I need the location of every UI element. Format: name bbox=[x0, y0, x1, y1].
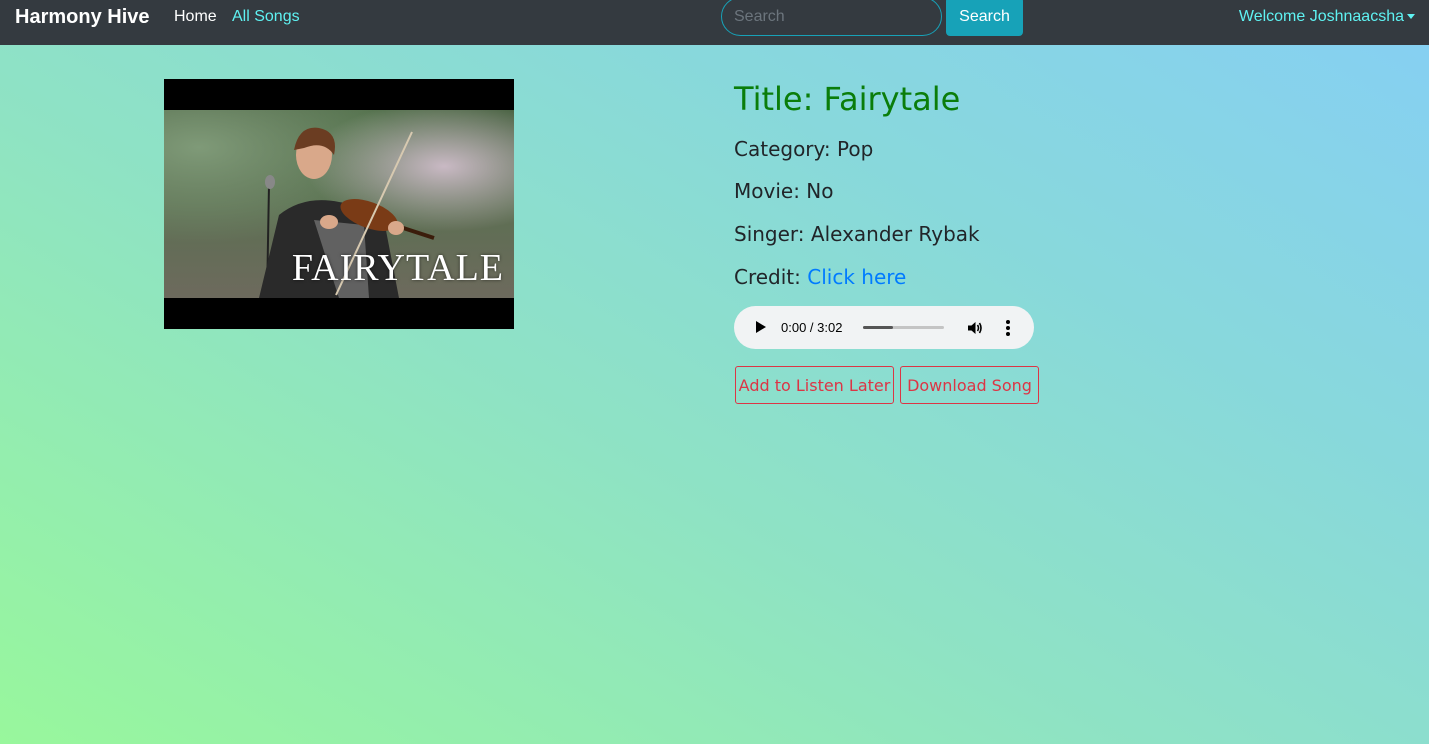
audio-buffered-fill bbox=[863, 326, 893, 329]
more-options-icon[interactable] bbox=[1005, 319, 1011, 337]
welcome-label: Welcome Joshnaacsha bbox=[1238, 8, 1404, 25]
play-icon[interactable] bbox=[756, 321, 766, 333]
song-movie: Movie: No bbox=[734, 179, 834, 203]
brand-logo[interactable]: Harmony Hive bbox=[15, 6, 150, 29]
credit-link[interactable]: Click here bbox=[807, 265, 906, 289]
caret-down-icon bbox=[1407, 14, 1415, 20]
download-song-button[interactable]: Download Song bbox=[900, 366, 1039, 404]
song-singer: Singer: Alexander Rybak bbox=[734, 222, 980, 246]
search-button[interactable]: Search bbox=[946, 0, 1023, 36]
song-title: Title: Fairytale bbox=[734, 80, 961, 118]
thumbnail-image: FAIRYTALE bbox=[164, 110, 514, 298]
volume-icon[interactable] bbox=[967, 320, 983, 336]
search-input[interactable] bbox=[721, 0, 942, 36]
user-menu-dropdown[interactable]: Welcome Joshnaacsha bbox=[1239, 8, 1415, 26]
thumbnail-caption: FAIRYTALE bbox=[291, 247, 504, 289]
song-category: Category: Pop bbox=[734, 137, 874, 161]
navbar: Harmony Hive Home All Songs Search Welco… bbox=[0, 0, 1429, 45]
audio-progress-bar[interactable] bbox=[863, 326, 944, 329]
audio-player[interactable]: 0:00 / 3:02 bbox=[734, 306, 1034, 349]
nav-home-link[interactable]: Home bbox=[174, 8, 217, 26]
add-to-listen-later-button[interactable]: Add to Listen Later bbox=[735, 366, 894, 404]
song-credit: Credit: Click here bbox=[734, 265, 906, 289]
song-thumbnail: FAIRYTALE bbox=[164, 79, 514, 329]
credit-label: Credit: bbox=[734, 265, 808, 289]
nav-all-songs-link[interactable]: All Songs bbox=[232, 8, 300, 26]
audio-time: 0:00 / 3:02 bbox=[781, 320, 843, 335]
